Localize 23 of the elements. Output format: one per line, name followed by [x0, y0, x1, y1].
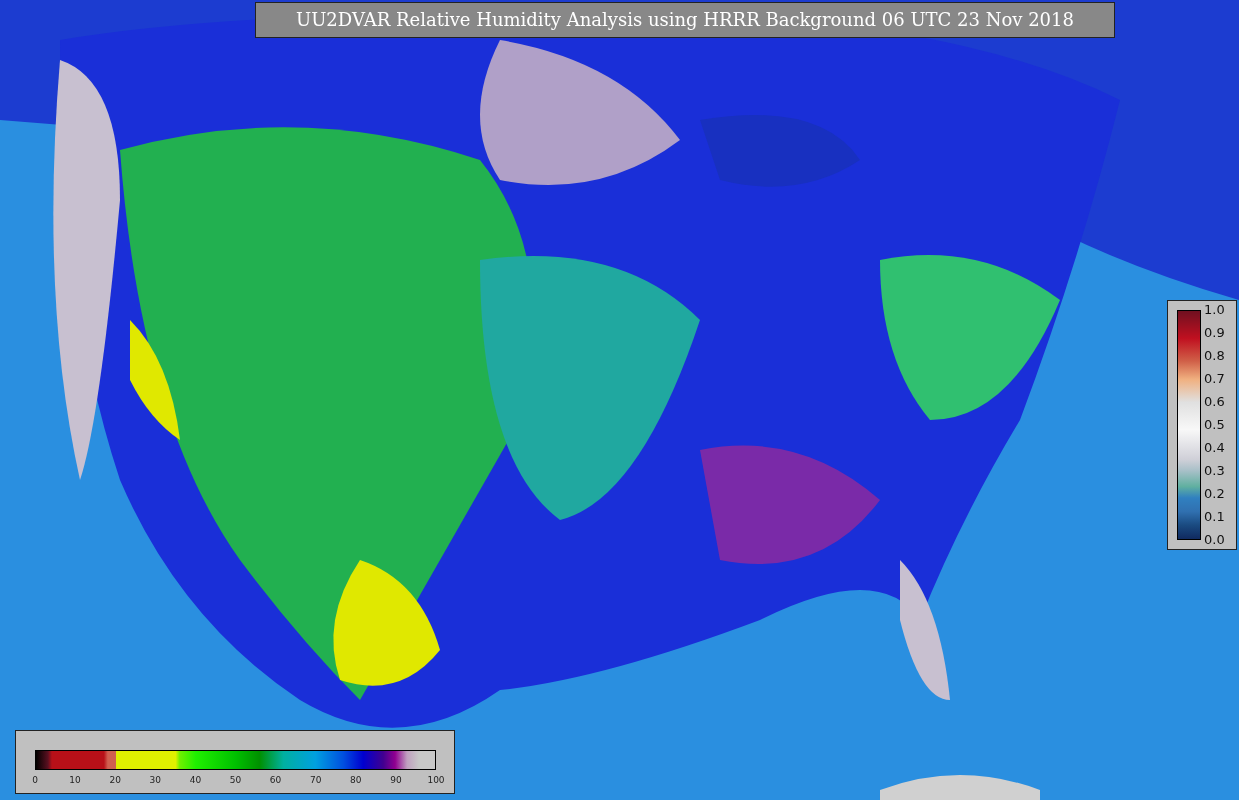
tick-label: 50 — [229, 774, 242, 787]
tick-label: 0.7 — [1204, 371, 1225, 387]
tick-label: 100 — [427, 774, 445, 787]
tick-label: 0.8 — [1204, 348, 1225, 364]
tick-label: 0.9 — [1204, 325, 1225, 341]
tick-label: 90 — [390, 774, 402, 787]
tick-label: 0.1 — [1204, 509, 1225, 525]
tick-label: 0.2 — [1204, 486, 1225, 502]
tick-label: 20 — [109, 774, 121, 787]
tick-label: 60 — [269, 774, 282, 787]
tick-label: 0.3 — [1204, 463, 1225, 479]
tick-label: 80 — [350, 774, 362, 787]
tick-label: 30 — [149, 774, 161, 787]
tick-label: 40 — [189, 774, 202, 787]
tick-label: 0.5 — [1204, 417, 1225, 433]
tick-label: 0.4 — [1204, 440, 1225, 456]
tick-label: 0 — [32, 774, 38, 787]
map-title: UU2DVAR Relative Humidity Analysis using HRRR Background 06 UTC 23 Nov 2018 — [255, 2, 1115, 38]
tick-label: 0.6 — [1204, 394, 1225, 410]
tick-label: 0.0 — [1204, 532, 1225, 548]
tick-label: 70 — [309, 774, 322, 787]
tick-label: 1.0 — [1204, 302, 1225, 318]
tick-label: 10 — [69, 774, 81, 787]
